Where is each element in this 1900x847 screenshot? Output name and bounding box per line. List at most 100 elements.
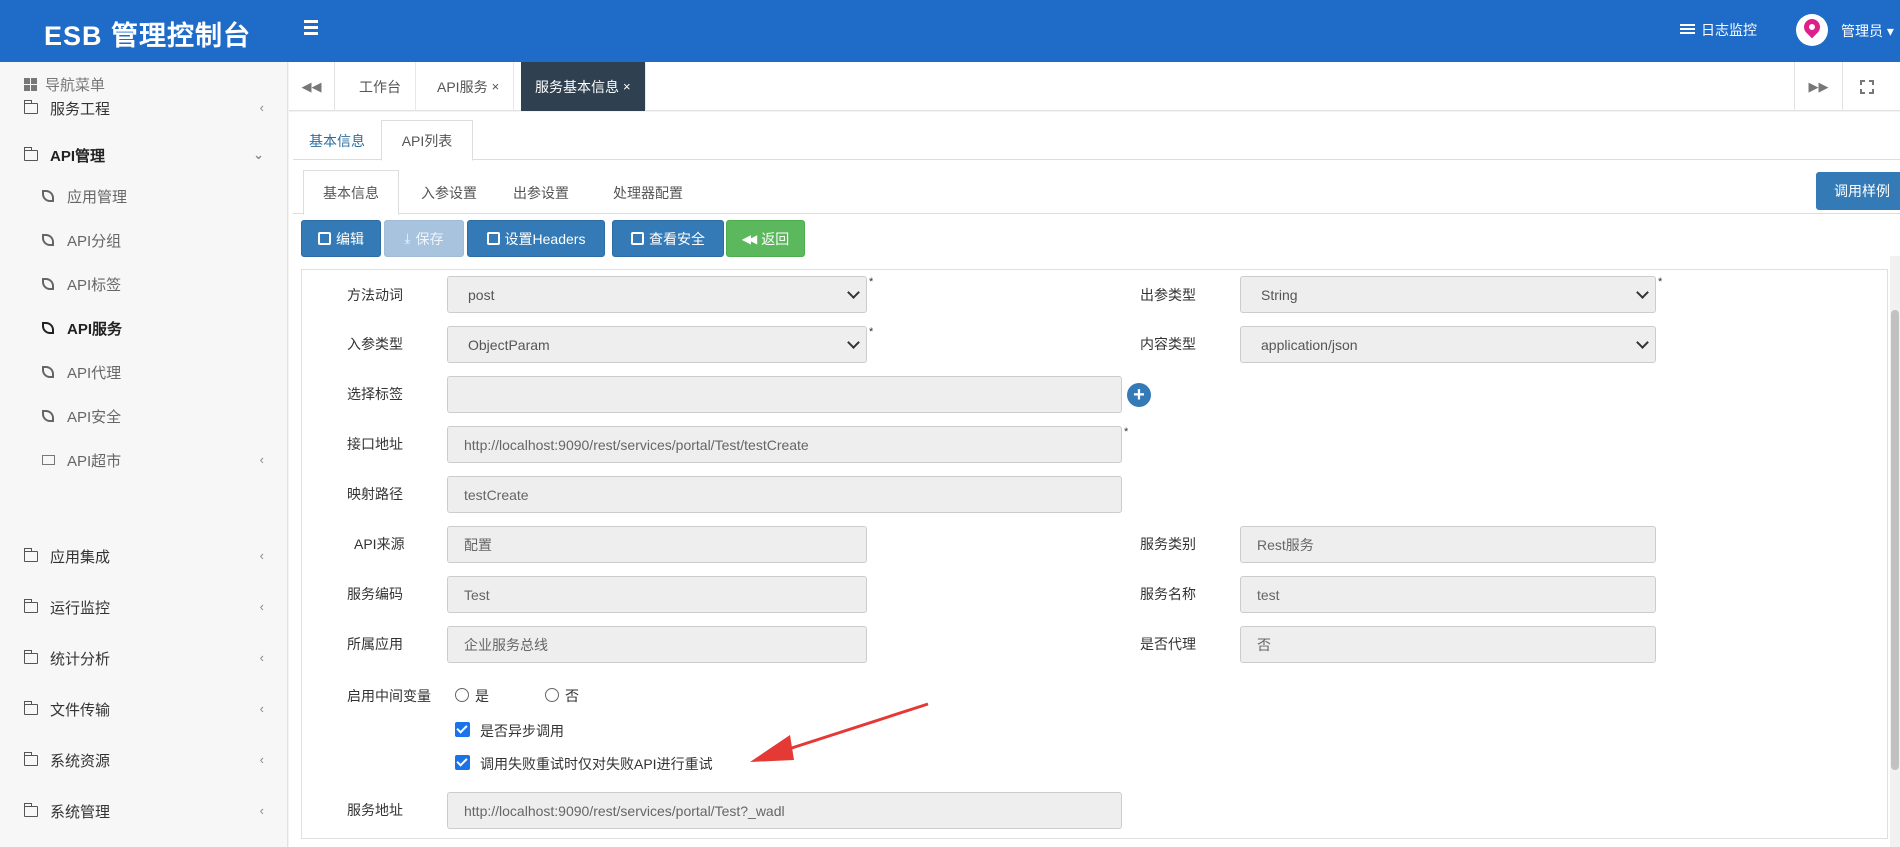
tab-api-service[interactable]: API服务 × [423, 62, 515, 111]
add-tag-icon[interactable]: + [1127, 383, 1151, 407]
sidebar-subitem-label: API安全 [67, 408, 122, 426]
folder-icon [23, 751, 38, 766]
sidebar-subitem-api-group[interactable]: API分组 [0, 222, 288, 258]
tab-basic-info[interactable]: 基本信息 [293, 120, 381, 161]
chevron-left-icon: ‹ [259, 452, 264, 467]
sidebar-item-api-management[interactable]: API管理 ⌄ [0, 135, 288, 175]
app-input[interactable]: 企业服务总线 [447, 626, 867, 663]
service-category-label: 服务类别 [1140, 536, 1196, 552]
service-category-input[interactable]: Rest服务 [1240, 526, 1656, 563]
set-headers-button[interactable]: 设置Headers [467, 220, 605, 257]
sidebar-item-service-project[interactable]: 服务工程 ‹ [0, 88, 288, 128]
secondary-subtabs: 基本信息 入参设置 出参设置 处理器配置 [293, 170, 1900, 215]
folder-icon [42, 455, 55, 465]
headers-icon [486, 232, 500, 245]
chevron-left-icon: ‹ [259, 548, 264, 563]
chevron-down-icon [847, 336, 860, 349]
sidebar-subitem-label: 应用管理 [67, 188, 128, 206]
folder-icon [23, 649, 38, 664]
chevron-down-icon [1636, 336, 1649, 349]
tabs-scroll-right-icon[interactable]: ▶▶ [1794, 62, 1842, 111]
content-type-select[interactable]: application/json [1240, 326, 1656, 363]
back-icon: ◀◀ [741, 231, 758, 246]
primary-subtabs: 基本信息 API列表 [293, 112, 1900, 161]
sidebar-item-system-resources[interactable]: 系统资源 ‹ [0, 740, 288, 780]
close-icon[interactable]: × [492, 79, 500, 94]
save-button[interactable]: ⤓ 保存 [384, 220, 464, 257]
tab-input-params[interactable]: 入参设置 [405, 170, 493, 215]
toolbar: 编辑 ⤓ 保存 设置Headers 查看安全 ◀◀ 返回 [289, 220, 1900, 258]
is-proxy-input[interactable]: 否 [1240, 626, 1656, 663]
top-bar: ESB 管理控制台 日志监控 管理员 ▾ [0, 0, 1900, 62]
sidebar-subitem-label: API代理 [67, 364, 122, 382]
service-address-input[interactable]: http://localhost:9090/rest/services/port… [447, 792, 1122, 829]
folder-icon [23, 547, 38, 562]
chevron-left-icon: ‹ [259, 803, 264, 818]
sidebar-item-file-transfer[interactable]: 文件传输 ‹ [0, 689, 288, 729]
method-select[interactable]: post [447, 276, 867, 313]
leaf-icon [42, 278, 54, 290]
view-security-button[interactable]: 查看安全 [612, 220, 724, 257]
service-name-input[interactable]: test [1240, 576, 1656, 613]
method-value: post [468, 286, 495, 303]
menu-toggle-icon[interactable] [304, 18, 324, 38]
sidebar-subitem-api-tags[interactable]: API标签 [0, 266, 288, 302]
middle-var-yes-label: 是 [475, 688, 489, 704]
back-button-label: 返回 [761, 230, 790, 247]
service-code-input[interactable]: Test [447, 576, 867, 613]
middle-var-no-radio[interactable] [545, 688, 559, 702]
scrollbar-thumb[interactable] [1891, 310, 1899, 770]
tab-basic-info-detail[interactable]: 基本信息 [303, 170, 399, 215]
endpoint-input[interactable]: http://localhost:9090/rest/services/port… [447, 426, 1122, 463]
tab-output-params[interactable]: 出参设置 [493, 170, 589, 215]
sidebar-subitem-label: API超市 [67, 452, 122, 470]
tab-processor-config[interactable]: 处理器配置 [593, 170, 703, 215]
sidebar-subitem-api-market[interactable]: API超市 ‹ [0, 442, 288, 478]
sidebar-item-label: 文件传输 [50, 701, 111, 719]
sidebar-subitem-api-proxy[interactable]: API代理 [0, 354, 288, 390]
required-mark: * [869, 276, 874, 288]
sidebar-item-system-management[interactable]: 系统管理 ‹ [0, 791, 288, 831]
required-mark: * [1658, 276, 1663, 288]
service-name-label: 服务名称 [1140, 586, 1196, 602]
chevron-down-icon: ⌄ [253, 147, 264, 162]
tab-workbench[interactable]: 工作台 [345, 62, 416, 111]
api-source-input[interactable]: 配置 [447, 526, 867, 563]
middle-var-yes-radio[interactable] [455, 688, 469, 702]
avatar[interactable] [1796, 14, 1828, 46]
sidebar-item-runtime-monitor[interactable]: 运行监控 ‹ [0, 587, 288, 627]
sidebar-subitem-api-security[interactable]: API安全 [0, 398, 288, 434]
user-menu[interactable]: 管理员 ▾ [1841, 21, 1894, 41]
sidebar-subitem-app-management[interactable]: 应用管理 [0, 178, 288, 214]
leaf-icon [42, 234, 54, 246]
tab-api-list[interactable]: API列表 [381, 120, 473, 161]
async-checkbox[interactable] [455, 722, 470, 737]
log-monitor-link[interactable]: 日志监控 [1680, 20, 1757, 40]
fullscreen-icon[interactable] [1842, 62, 1890, 111]
chevron-left-icon: ‹ [259, 701, 264, 716]
tags-input[interactable] [447, 376, 1122, 413]
retry-checkbox[interactable] [455, 755, 470, 770]
save-button-label: 保存 [415, 230, 444, 247]
tab-service-basic-info[interactable]: 服务基本信息 × [521, 62, 646, 111]
out-type-select[interactable]: String [1240, 276, 1656, 313]
out-type-value: String [1261, 286, 1298, 303]
back-button[interactable]: ◀◀ 返回 [726, 220, 805, 257]
tabs-scroll-left-icon[interactable]: ◀◀ [289, 62, 335, 111]
tab-label: 工作台 [359, 78, 401, 95]
edit-icon [318, 232, 331, 245]
sidebar-subitem-api-service[interactable]: API服务 [0, 310, 288, 346]
close-icon[interactable]: × [623, 79, 631, 94]
endpoint-label: 接口地址 [347, 436, 403, 452]
edit-button[interactable]: 编辑 [301, 220, 381, 257]
sidebar-item-statistics[interactable]: 统计分析 ‹ [0, 638, 288, 678]
folder-icon [23, 700, 38, 715]
service-address-label: 服务地址 [347, 802, 403, 818]
leaf-icon [42, 190, 54, 202]
folder-icon [23, 99, 38, 114]
mapping-input[interactable]: testCreate [447, 476, 1122, 513]
call-sample-button[interactable]: 调用样例 [1816, 172, 1900, 210]
middle-var-label: 启用中间变量 [347, 688, 431, 704]
sidebar-item-app-integration[interactable]: 应用集成 ‹ [0, 536, 288, 576]
in-type-select[interactable]: ObjectParam [447, 326, 867, 363]
